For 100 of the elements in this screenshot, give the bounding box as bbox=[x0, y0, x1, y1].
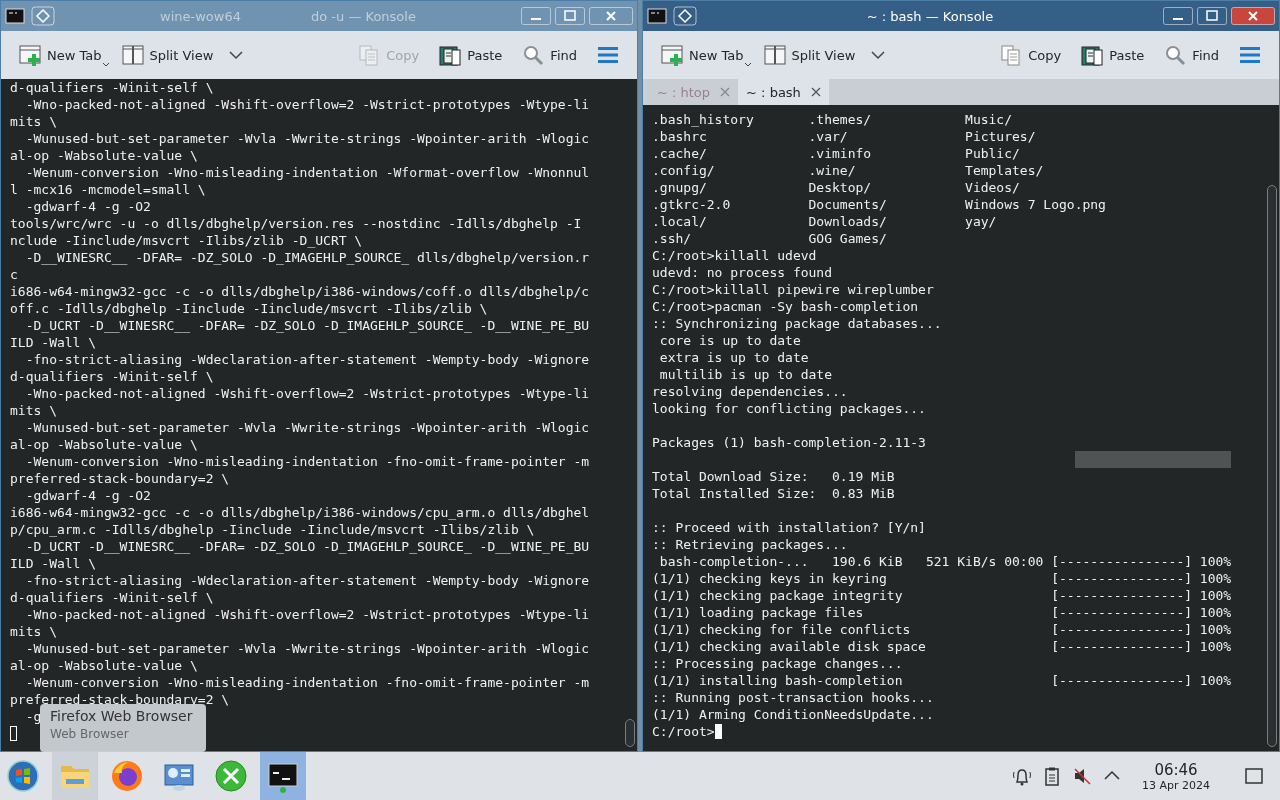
terminal-line: (1/1) checking package integrity [----------------] 100% bbox=[652, 587, 1232, 604]
terminal-line: :: Proceed with installation? [Y/n] bbox=[652, 519, 926, 536]
terminal-line: -Wno-packed-not-aligned -Wshift-overflow=2 -Wstrict-prototypes -Wtype-li bbox=[24, 96, 590, 113]
paste-icon bbox=[1081, 44, 1104, 66]
window-title: wine-wow64 bbox=[160, 8, 241, 24]
search-icon bbox=[1164, 44, 1187, 66]
maximize-icon[interactable] bbox=[1197, 7, 1227, 25]
terminal-line: -Wno-packed-not-aligned -Wshift-overflow=2 -Wstrict-prototypes -Wtype-li bbox=[24, 606, 590, 623]
terminal-line: mits \ bbox=[10, 402, 57, 419]
terminal-line: (1/1) installing bash-completion [----------------] 100% bbox=[652, 672, 1232, 689]
show-desktop-icon[interactable] bbox=[1244, 766, 1264, 786]
terminal-line: tools/wrc/wrc -u -o dlls/dbghelp/version.res --nostdinc -Idlls/dbghelp -I bbox=[10, 215, 582, 232]
terminal-line: .bashrc .var/ Pictures/ bbox=[652, 128, 1036, 145]
terminal-line: Packages (1) bash-completion-2.11-3 bbox=[652, 434, 926, 451]
terminal-line: .gnupg/ Desktop/ Videos/ bbox=[652, 179, 1020, 196]
terminal-line: -D_UCRT -D__WINESRC__ -DFAR= -DZ_SOLO -D_IMAGEHLP_SOURCE_ -D__WINE_PE_BU bbox=[24, 317, 590, 334]
keep-above-icon[interactable] bbox=[31, 6, 55, 26]
terminal-line: core is up to date bbox=[658, 332, 801, 349]
terminal-line: :: Running post-transaction hooks... bbox=[652, 689, 934, 706]
toolbar-button[interactable]: Split View bbox=[757, 41, 862, 69]
terminal-line: al-op -Wabsolute-value \ bbox=[10, 436, 198, 453]
toolbar-button[interactable]: Paste bbox=[1075, 41, 1151, 69]
firefox-icon bbox=[110, 759, 144, 793]
terminal-line: C:/root>killall pipewire wireplumber bbox=[652, 281, 934, 298]
terminal-line: p/cpu_arm.c -Idlls/dbghelp -Iinclude -Iinclude/msvcrt -Ilibs/zlib \ bbox=[10, 521, 535, 538]
terminal-line: -Wenum-conversion -Wno-misleading-indentation -Wformat-overflow -Wnonnul bbox=[24, 164, 590, 181]
minimize-icon[interactable] bbox=[521, 7, 551, 25]
window-title: do -u — Konsole bbox=[311, 8, 416, 24]
terminal-line: C:/root>pacman -Sy bash-completion bbox=[652, 298, 919, 315]
terminal-line: preferred-stack-boundary=2 \ bbox=[10, 470, 230, 487]
toolbar-button[interactable]: Split View bbox=[115, 41, 220, 69]
caret-down-icon bbox=[101, 62, 110, 68]
terminal-line: d-qualifiers -Winit-self \ bbox=[10, 589, 214, 606]
terminal-line: l -mcx16 -mcmodel=small \ bbox=[10, 181, 206, 198]
terminal-line: (1/1) checking for file conflicts [----------------] 100% bbox=[652, 621, 1232, 638]
terminal-line: .config/ .wine/ Templates/ bbox=[652, 162, 1044, 179]
tab[interactable]: ~ : bash bbox=[738, 79, 829, 105]
terminal-line: -g bbox=[24, 708, 42, 725]
terminal-line: -Wunused-but-set-parameter -Wvla -Wwrite-strings -Wpointer-arith -Wlogic bbox=[24, 130, 590, 147]
terminal-line: (1/1) checking keys in keyring [----------------] 100% bbox=[652, 570, 1232, 587]
terminal-icon[interactable] bbox=[5, 8, 25, 24]
terminal-line: looking for conflicting packages... bbox=[652, 400, 926, 417]
terminal-line: mits \ bbox=[10, 623, 57, 640]
terminal-line: -D__WINESRC__ -DFAR= -DZ_SOLO -D_IMAGEHLP_SOURCE_ dlls/dbghelp/version.r bbox=[24, 249, 590, 266]
terminal-line: ILD -Wall \ bbox=[10, 334, 97, 351]
terminal-line: -Wunused-but-set-parameter -Wvla -Wwrite-strings -Wpointer-arith -Wlogic bbox=[24, 419, 590, 436]
terminal-line: -Wenum-conversion -Wno-misleading-indentation -fno-omit-frame-pointer -m bbox=[24, 674, 590, 691]
toolbar-button[interactable]: Find bbox=[516, 41, 583, 69]
terminal-line: .cache/ .viminfo Public/ bbox=[652, 145, 1020, 162]
muted-speaker-icon[interactable] bbox=[1072, 766, 1092, 786]
toolbar-button[interactable]: Find bbox=[1158, 41, 1225, 69]
terminal-line: -gdwarf-4 -g -O2 bbox=[24, 487, 151, 504]
terminal-line: C:/root>killall udevd bbox=[652, 247, 817, 264]
caret-down-icon bbox=[743, 62, 752, 68]
close-icon[interactable] bbox=[810, 87, 821, 97]
bell-icon[interactable] bbox=[1012, 766, 1032, 786]
terminal-line: -D_UCRT -D__WINESRC__ -DFAR= -DZ_SOLO -D_IMAGEHLP_SOURCE_ -D__WINE_PE_BU bbox=[24, 538, 590, 555]
terminal-line: resolving dependencies... bbox=[652, 383, 848, 400]
terminal-line: nclude -Iinclude/msvcrt -Ilibs/zlib -D_UCRT \ bbox=[10, 232, 363, 249]
taskbar-button[interactable] bbox=[260, 752, 306, 800]
chevron-down-icon[interactable] bbox=[229, 50, 244, 60]
terminal-line: extra is up to date bbox=[658, 349, 809, 366]
split-view-icon bbox=[763, 44, 786, 66]
terminal-line: Total Installed Size: 0.83 MiB bbox=[652, 485, 895, 502]
terminal-line: c bbox=[10, 266, 18, 283]
toolbar-button[interactable]: Paste bbox=[433, 41, 509, 69]
terminal-line: ILD -Wall \ bbox=[10, 555, 97, 572]
menu-icon bbox=[597, 44, 619, 66]
toolbar-button[interactable]: New Tab bbox=[655, 41, 750, 69]
terminal-line: :: Synchronizing package databases... bbox=[652, 315, 942, 332]
toolbar-button[interactable]: New Tab bbox=[13, 41, 108, 69]
terminal-line: (1/1) Arming ConditionNeedsUpdate... bbox=[652, 706, 934, 723]
search-icon bbox=[522, 44, 545, 66]
terminal-line: multilib is up to date bbox=[658, 366, 832, 383]
split-view-icon bbox=[121, 44, 144, 66]
keep-above-icon[interactable] bbox=[673, 6, 697, 26]
terminal-line: preferred-stack-boundary=2 \ bbox=[10, 691, 230, 708]
terminal-line: i686-w64-mingw32-gcc -c -o dlls/dbghelp/i386-windows/cpu_arm.o dlls/dbghel bbox=[10, 504, 590, 521]
copy-icon bbox=[358, 44, 381, 66]
terminal-line: al-op -Wabsolute-value \ bbox=[10, 147, 198, 164]
maximize-icon[interactable] bbox=[555, 7, 585, 25]
terminal-line: d-qualifiers -Winit-self \ bbox=[10, 79, 214, 96]
start-orb-icon bbox=[6, 759, 40, 793]
terminal-line: .bash_history .themes/ Music/ bbox=[652, 111, 1013, 128]
terminal-line: mits \ bbox=[10, 113, 57, 130]
terminal-line: i686-w64-mingw32-gcc -c -o dlls/dbghelp/i386-windows/coff.o dlls/dbghelp/c bbox=[10, 283, 590, 300]
toolbar-button[interactable]: Copy bbox=[994, 41, 1068, 69]
new-tab-icon bbox=[19, 44, 41, 66]
terminal-line: d-qualifiers -Winit-self \ bbox=[10, 368, 214, 385]
chevron-down-icon[interactable] bbox=[871, 50, 886, 60]
clipboard-icon[interactable] bbox=[1042, 766, 1062, 786]
terminal-line: bash-completion-... 190.6 KiB 521 KiB/s 00:00 [----------------] 100% bbox=[658, 553, 1232, 570]
terminal-icon[interactable] bbox=[647, 8, 667, 24]
terminal-line: off.c -Idlls/dbghelp -Iinclude -Iinclude/msvcrt -Ilibs/zlib \ bbox=[10, 300, 488, 317]
clock[interactable]: 06:46 13 Apr 2024 bbox=[1142, 760, 1210, 792]
terminal-line: (1/1) loading package files [----------------] 100% bbox=[652, 604, 1232, 621]
minimize-icon[interactable] bbox=[1163, 7, 1193, 25]
window-title: ~ : bash — Konsole bbox=[866, 8, 994, 24]
tools-icon bbox=[214, 759, 248, 793]
copy-icon bbox=[1000, 44, 1023, 66]
